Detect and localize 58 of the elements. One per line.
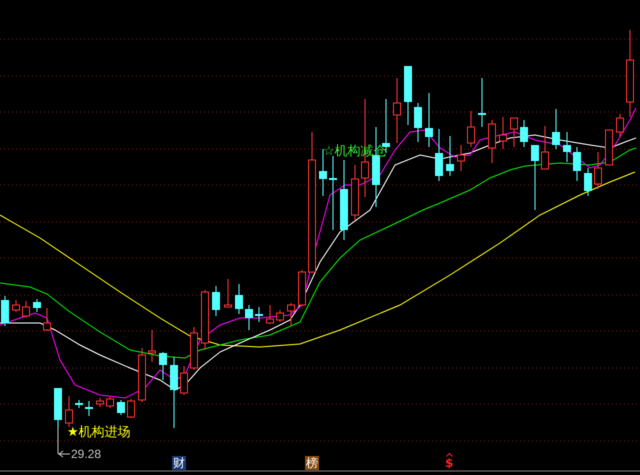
candlestick xyxy=(298,270,306,306)
candlestick xyxy=(488,120,496,164)
candlestick xyxy=(499,116,507,150)
candlestick xyxy=(541,126,549,170)
candlestick xyxy=(43,308,51,332)
candlestick xyxy=(138,348,146,402)
candlestick xyxy=(563,132,571,162)
candlestick xyxy=(478,78,486,128)
low-price-label: 29.28 xyxy=(71,447,102,461)
candlestick xyxy=(605,130,613,166)
candlestick xyxy=(573,146,581,182)
candlestick xyxy=(1,296,9,326)
candlestick xyxy=(85,400,93,416)
candlestick xyxy=(190,326,198,370)
candlestick xyxy=(520,120,528,148)
candlestick xyxy=(54,388,62,428)
marker-label[interactable]: $ xyxy=(444,456,454,470)
candlestick xyxy=(245,304,253,330)
marker-label[interactable]: 财 xyxy=(172,456,186,470)
candlestick xyxy=(22,300,30,318)
candlestick xyxy=(616,114,624,138)
candlestick xyxy=(201,290,209,350)
candlestick xyxy=(584,168,592,196)
candlestick xyxy=(425,92,433,148)
signal-label: ★机构进场 xyxy=(67,425,131,440)
candlestick xyxy=(531,144,539,210)
candlestick xyxy=(148,330,156,362)
candlestick xyxy=(224,278,232,308)
candlestick xyxy=(127,398,135,418)
candlestick xyxy=(75,400,83,408)
candlestick xyxy=(106,396,114,408)
candlestick xyxy=(255,306,263,322)
candlestick xyxy=(266,304,274,324)
candlestick xyxy=(510,118,518,148)
candlestick xyxy=(467,110,475,148)
candlestick xyxy=(404,66,412,126)
candlestick xyxy=(33,298,41,312)
candlestick xyxy=(170,356,178,428)
candlestick xyxy=(235,284,243,314)
candlestick xyxy=(65,396,73,428)
candlestick xyxy=(414,102,422,142)
candlestick xyxy=(180,366,188,396)
candlestick xyxy=(159,352,167,380)
candlestick xyxy=(552,108,560,150)
candlestick xyxy=(393,78,401,144)
candlestick xyxy=(276,310,284,322)
candlestick xyxy=(446,136,454,176)
candlestick xyxy=(12,300,20,312)
marker-label[interactable]: 榜 xyxy=(305,456,319,470)
caret-icon xyxy=(446,453,453,457)
candlestick xyxy=(96,398,104,408)
candlestick xyxy=(351,164,359,220)
candlestick xyxy=(435,128,443,182)
candlestick xyxy=(594,152,602,190)
candlestick xyxy=(287,302,295,326)
candlestick xyxy=(117,400,125,416)
candlestick xyxy=(457,144,465,172)
candlestick xyxy=(212,286,220,316)
